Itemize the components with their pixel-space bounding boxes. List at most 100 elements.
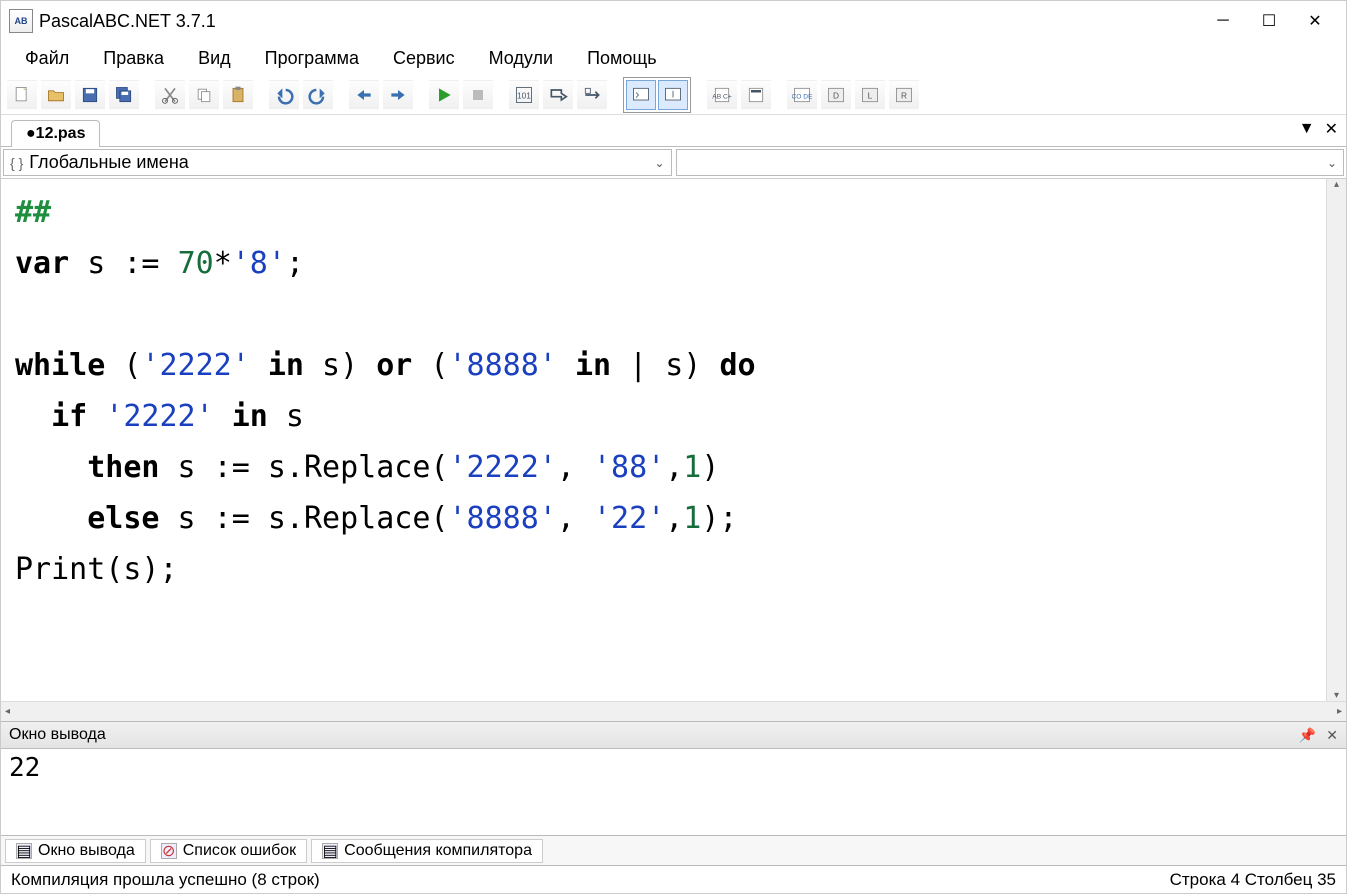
code-token: else [87, 501, 159, 536]
chevron-down-icon: ⌄ [1327, 156, 1337, 170]
format-button[interactable]: AB C+ [707, 80, 737, 110]
output-panel-header: Окно вывода 📌 ✕ [1, 721, 1346, 749]
scope-combo-left-label: Глобальные имена [29, 152, 189, 172]
scope-row: { }Глобальные имена ⌄ ⌄ [1, 147, 1346, 179]
horizontal-scrollbar[interactable]: ◂▸ [1, 701, 1346, 721]
code-view-button[interactable]: CO DE [787, 80, 817, 110]
output-panel-title: Окно вывода [9, 726, 106, 744]
code-token: s := [69, 246, 177, 281]
code-token: '8888' [449, 348, 557, 383]
code-token: Print(s); [15, 552, 178, 587]
statusbar: Компиляция прошла успешно (8 строк) Стро… [1, 865, 1346, 893]
designer-l-button[interactable]: L [855, 80, 885, 110]
toggle-group [623, 77, 691, 113]
minimize-button[interactable]: ─ [1200, 6, 1246, 36]
nav-forward-button[interactable] [383, 80, 413, 110]
bottom-tab-compiler[interactable]: ▤Сообщения компилятора [311, 839, 543, 863]
code-token [214, 399, 232, 434]
code-token: ( [412, 348, 448, 383]
titlebar: AB PascalABC.NET 3.7.1 ─ ☐ ✕ [1, 1, 1346, 41]
svg-text:AB C+: AB C+ [712, 93, 732, 100]
code-token [250, 348, 268, 383]
copy-button[interactable] [189, 80, 219, 110]
svg-text:D: D [833, 90, 839, 100]
code-token: '2222' [141, 348, 249, 383]
code-token: in [232, 399, 268, 434]
toggle-console-button[interactable] [626, 80, 656, 110]
step-over-button[interactable] [577, 80, 607, 110]
scope-combo-right[interactable]: ⌄ [676, 149, 1345, 176]
tab-menu-arrow-icon[interactable]: ▼ [1299, 120, 1315, 138]
code-token: ## [15, 195, 51, 230]
menu-modules[interactable]: Модули [475, 44, 567, 73]
menu-service[interactable]: Сервис [379, 44, 469, 73]
code-token: * [214, 246, 232, 281]
editor-area: ## var s := 70*'8'; while ('2222' in s) … [1, 179, 1346, 701]
step-into-button[interactable] [543, 80, 573, 110]
redo-button[interactable] [303, 80, 333, 110]
scope-combo-left[interactable]: { }Глобальные имена ⌄ [3, 149, 672, 176]
chevron-down-icon: ⌄ [654, 156, 664, 170]
file-tab[interactable]: ●12.pas [11, 120, 100, 147]
code-token [15, 501, 87, 536]
menubar: Файл Правка Вид Программа Сервис Модули … [1, 41, 1346, 75]
menu-view[interactable]: Вид [184, 44, 245, 73]
code-token [87, 399, 105, 434]
code-token [15, 399, 51, 434]
maximize-button[interactable]: ☐ [1246, 6, 1292, 36]
bottom-tab-output[interactable]: ▤ Окно вывода [5, 839, 146, 863]
code-token: '88' [593, 450, 665, 485]
code-token [15, 450, 87, 485]
save-all-button[interactable] [109, 80, 139, 110]
vertical-scrollbar[interactable]: ▴▾ [1326, 179, 1346, 701]
output-panel-body[interactable]: 22 [1, 749, 1346, 835]
compiler-icon: ▤ [322, 843, 338, 859]
designer-d-button[interactable]: D [821, 80, 851, 110]
code-token: do [719, 348, 755, 383]
designer-r-button[interactable]: R [889, 80, 919, 110]
code-token: ); [701, 501, 737, 536]
pin-icon[interactable]: 📌 [1299, 727, 1316, 744]
compile-button[interactable]: 101 [509, 80, 539, 110]
tab-close-icon[interactable]: ✕ [1325, 119, 1338, 139]
code-token: or [376, 348, 412, 383]
code-token: 1 [683, 450, 701, 485]
bottom-tab-errors[interactable]: ⊘ Список ошибок [150, 839, 307, 863]
code-editor[interactable]: ## var s := 70*'8'; while ('2222' in s) … [1, 179, 1326, 701]
save-button[interactable] [75, 80, 105, 110]
bottom-tabs: ▤ Окно вывода ⊘ Список ошибок ▤Сообщения к… [1, 835, 1346, 865]
close-button[interactable]: ✕ [1292, 6, 1338, 36]
error-icon: ⊘ [161, 843, 177, 859]
menu-program[interactable]: Программа [251, 44, 373, 73]
code-token: s) [304, 348, 376, 383]
code-token: '8888' [448, 501, 556, 536]
toggle-cursor-button[interactable] [658, 80, 688, 110]
code-token: s := s.Replace( [160, 450, 449, 485]
code-token [557, 348, 575, 383]
toolbar: 101 AB C+ CO DE D L R [1, 75, 1346, 115]
code-token: , [557, 501, 593, 536]
menu-edit[interactable]: Правка [89, 44, 178, 73]
menu-help[interactable]: Помощь [573, 44, 671, 73]
svg-text:CO DE: CO DE [792, 93, 812, 100]
bottom-tab-label: Окно вывода [38, 842, 135, 860]
menu-file[interactable]: Файл [11, 44, 83, 73]
nav-back-button[interactable] [349, 80, 379, 110]
cut-button[interactable] [155, 80, 185, 110]
code-token: if [51, 399, 87, 434]
code-token: then [87, 450, 159, 485]
stop-button[interactable] [463, 80, 493, 110]
svg-text:101: 101 [517, 90, 531, 100]
app-icon: AB [9, 9, 33, 33]
output-icon: ▤ [16, 843, 32, 859]
run-button[interactable] [429, 80, 459, 110]
bottom-tab-label: Список ошибок [183, 842, 296, 860]
open-file-button[interactable] [41, 80, 71, 110]
undo-button[interactable] [269, 80, 299, 110]
paste-button[interactable] [223, 80, 253, 110]
window-button[interactable] [741, 80, 771, 110]
close-panel-icon[interactable]: ✕ [1326, 727, 1338, 744]
svg-text:L: L [868, 90, 873, 100]
file-tabstrip: ●12.pas ▼ ✕ [1, 115, 1346, 147]
new-file-button[interactable] [7, 80, 37, 110]
